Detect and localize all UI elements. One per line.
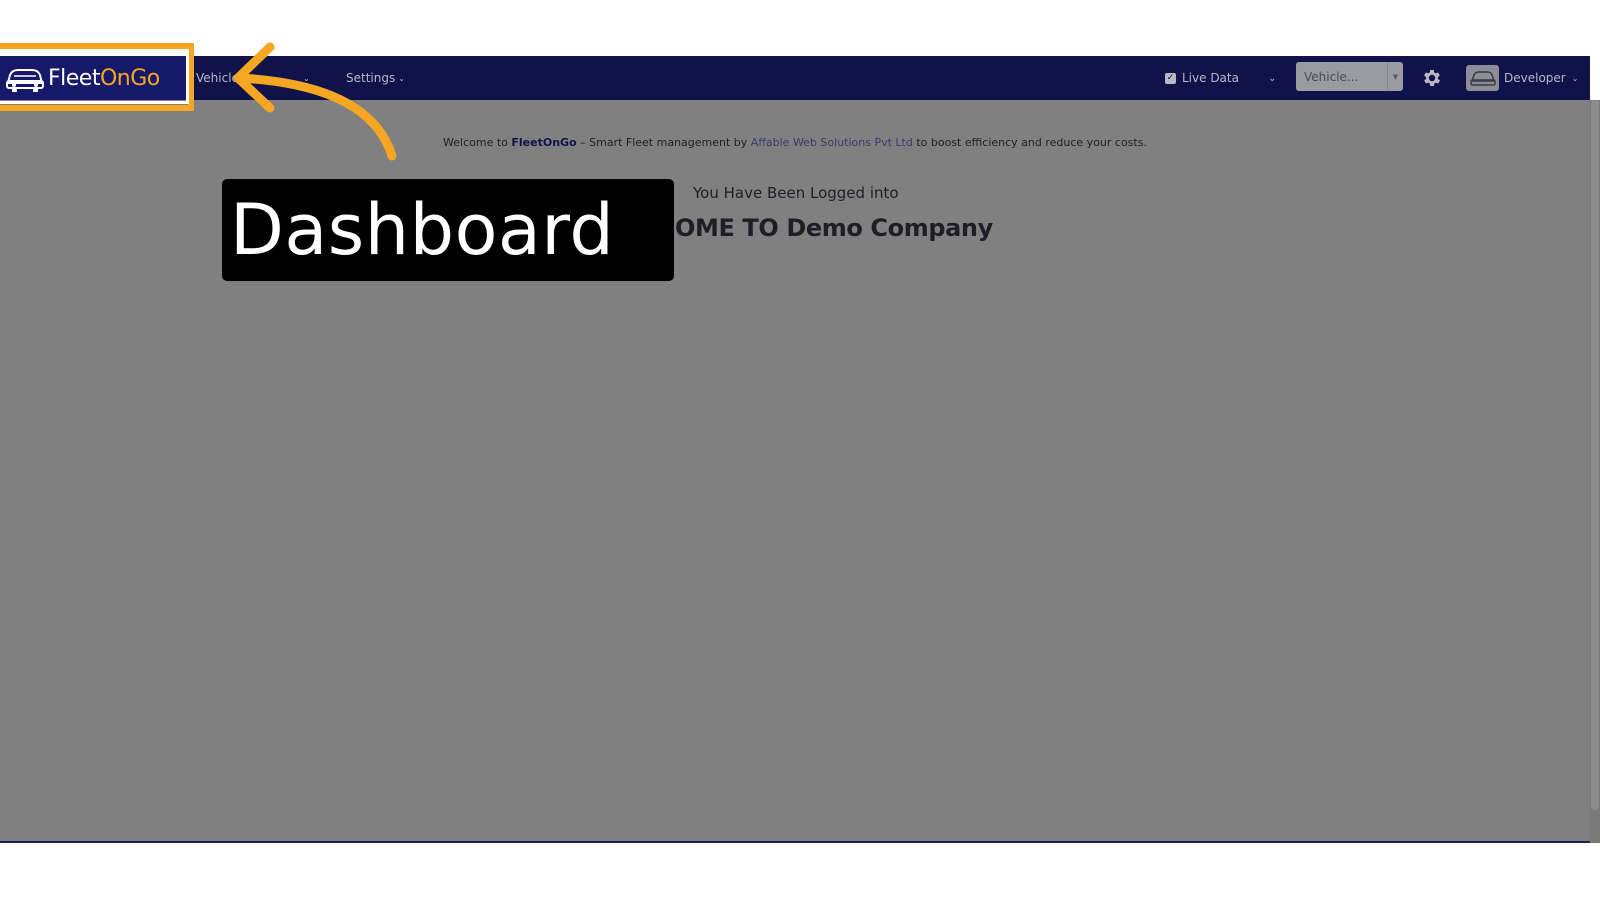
live-data-label: Live Data [1182, 71, 1239, 85]
chevron-down-icon: ⌄ [1571, 73, 1579, 83]
nav-vehicle[interactable]: Vehicle [196, 56, 239, 100]
logged-in-text: You Have Been Logged into [693, 184, 899, 202]
vehicle-select[interactable]: Vehicle... ▼ [1296, 62, 1403, 91]
welcome-banner: Welcome to FleetOnGo – Smart Fleet manag… [0, 136, 1590, 149]
company-link[interactable]: Affable Web Solutions Pvt Ltd [751, 136, 913, 149]
live-data-toggle[interactable]: ✓ Live Data [1165, 56, 1239, 100]
logo-highlight-inner [0, 49, 189, 104]
welcome-prefix: Welcome to [443, 136, 512, 149]
live-data-dropdown[interactable]: ⌄ [1268, 56, 1276, 100]
nav-settings[interactable]: Settings ⌄ [346, 56, 405, 100]
nav-vehicle-label: Vehicle [196, 71, 239, 85]
app-window: FleetOnGo Vehicle ⌄ Settings ⌄ ✓ Live Da… [0, 56, 1590, 843]
chevron-down-icon: ⌄ [398, 73, 405, 83]
triangle-down-icon: ▼ [1387, 62, 1403, 91]
scrollbar-thumb[interactable] [1591, 100, 1599, 810]
top-navbar: FleetOnGo Vehicle ⌄ Settings ⌄ ✓ Live Da… [0, 56, 1590, 100]
gear-icon[interactable] [1421, 67, 1443, 89]
welcome-brand: FleetOnGo [511, 136, 577, 149]
welcome-middle: – Smart Fleet management by [576, 136, 751, 149]
nav-hidden-menu[interactable]: ⌄ [300, 56, 310, 100]
car-avatar-icon [1469, 71, 1496, 86]
checkbox-checked-icon[interactable]: ✓ [1165, 72, 1176, 84]
welcome-suffix: to boost efficiency and reduce your cost… [912, 136, 1147, 149]
chevron-down-icon: ⌄ [1268, 72, 1277, 84]
nav-settings-label: Settings [346, 71, 396, 85]
dashboard-callout: Dashboard [222, 179, 674, 281]
vehicle-select-value: Vehicle... [1304, 69, 1359, 84]
user-name: Developer [1504, 71, 1566, 85]
company-heading: OME TO Demo Company [675, 214, 993, 242]
app-bottom-border [0, 841, 1590, 843]
chevron-down-icon: ⌄ [303, 73, 310, 83]
callout-label: Dashboard [230, 189, 615, 271]
avatar [1466, 65, 1499, 91]
screenshot-stage: FleetOnGo Vehicle ⌄ Settings ⌄ ✓ Live Da… [0, 0, 1600, 900]
user-menu[interactable]: Developer ⌄ [1466, 63, 1578, 93]
